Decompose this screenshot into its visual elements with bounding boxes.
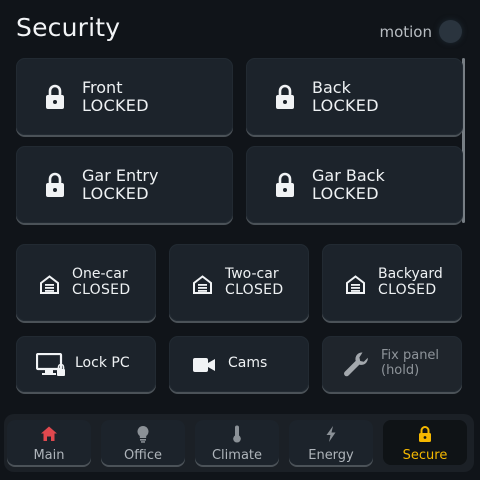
garage-icon — [40, 275, 59, 294]
lock-icon — [276, 84, 294, 109]
lock-icon — [46, 172, 64, 197]
lightning-icon — [326, 426, 336, 442]
lock-state: LOCKED — [82, 96, 149, 115]
home-icon — [41, 426, 57, 441]
tab-energy[interactable]: Energy — [289, 420, 373, 465]
lock-front-button[interactable]: Front LOCKED — [16, 58, 233, 135]
lock-name: Back — [312, 78, 351, 97]
lock-icon — [46, 84, 64, 109]
garage-state: CLOSED — [378, 282, 437, 298]
thermometer-icon — [233, 425, 241, 443]
lock-back-button[interactable]: Back LOCKED — [246, 58, 463, 135]
fix-panel-label: Fix panel — [381, 348, 440, 363]
lock-name: Gar Back — [312, 166, 385, 185]
computer-lock-icon — [36, 353, 65, 376]
garage-name: Two-car — [225, 266, 279, 282]
tab-main[interactable]: Main — [7, 420, 91, 465]
video-camera-icon — [193, 358, 215, 372]
lock-icon — [419, 426, 431, 442]
fix-panel-hint: (hold) — [381, 363, 420, 378]
cams-button[interactable]: Cams — [169, 336, 309, 392]
lock-gar-entry-button[interactable]: Gar Entry LOCKED — [16, 146, 233, 223]
garage-icon — [193, 275, 212, 294]
lock-state: LOCKED — [82, 184, 149, 203]
tab-label: Secure — [402, 448, 448, 463]
fix-panel-button[interactable]: Fix panel (hold) — [322, 336, 462, 392]
lock-pc-button[interactable]: Lock PC — [16, 336, 156, 392]
tab-climate[interactable]: Climate — [195, 420, 279, 465]
lock-state: LOCKED — [312, 96, 379, 115]
motion-indicator — [439, 20, 462, 43]
lock-name: Front — [82, 78, 123, 97]
tab-label: Climate — [211, 448, 263, 463]
garage-state: CLOSED — [225, 282, 284, 298]
tab-label: Energy — [308, 448, 354, 463]
garage-backyard-button[interactable]: Backyard CLOSED — [322, 244, 462, 321]
lock-icon — [276, 172, 294, 197]
garage-one-car-button[interactable]: One-car CLOSED — [16, 244, 156, 321]
garage-two-car-button[interactable]: Two-car CLOSED — [169, 244, 309, 321]
garage-name: One-car — [72, 266, 128, 282]
cams-label: Cams — [228, 355, 268, 371]
garage-icon — [346, 275, 365, 294]
motion-label: motion — [379, 23, 432, 41]
lightbulb-icon — [137, 425, 149, 443]
tab-label: Main — [33, 448, 65, 463]
page-title: Security — [16, 13, 121, 42]
lock-gar-back-button[interactable]: Gar Back LOCKED — [246, 146, 463, 223]
lock-name: Gar Entry — [82, 166, 159, 185]
garage-name: Backyard — [378, 266, 443, 282]
tab-label: Office — [124, 448, 162, 463]
lock-pc-label: Lock PC — [75, 355, 130, 371]
tab-secure[interactable]: Secure — [383, 420, 467, 465]
lock-state: LOCKED — [312, 184, 379, 203]
tab-office[interactable]: Office — [101, 420, 185, 465]
garage-state: CLOSED — [72, 282, 131, 298]
wrench-icon — [344, 352, 368, 377]
